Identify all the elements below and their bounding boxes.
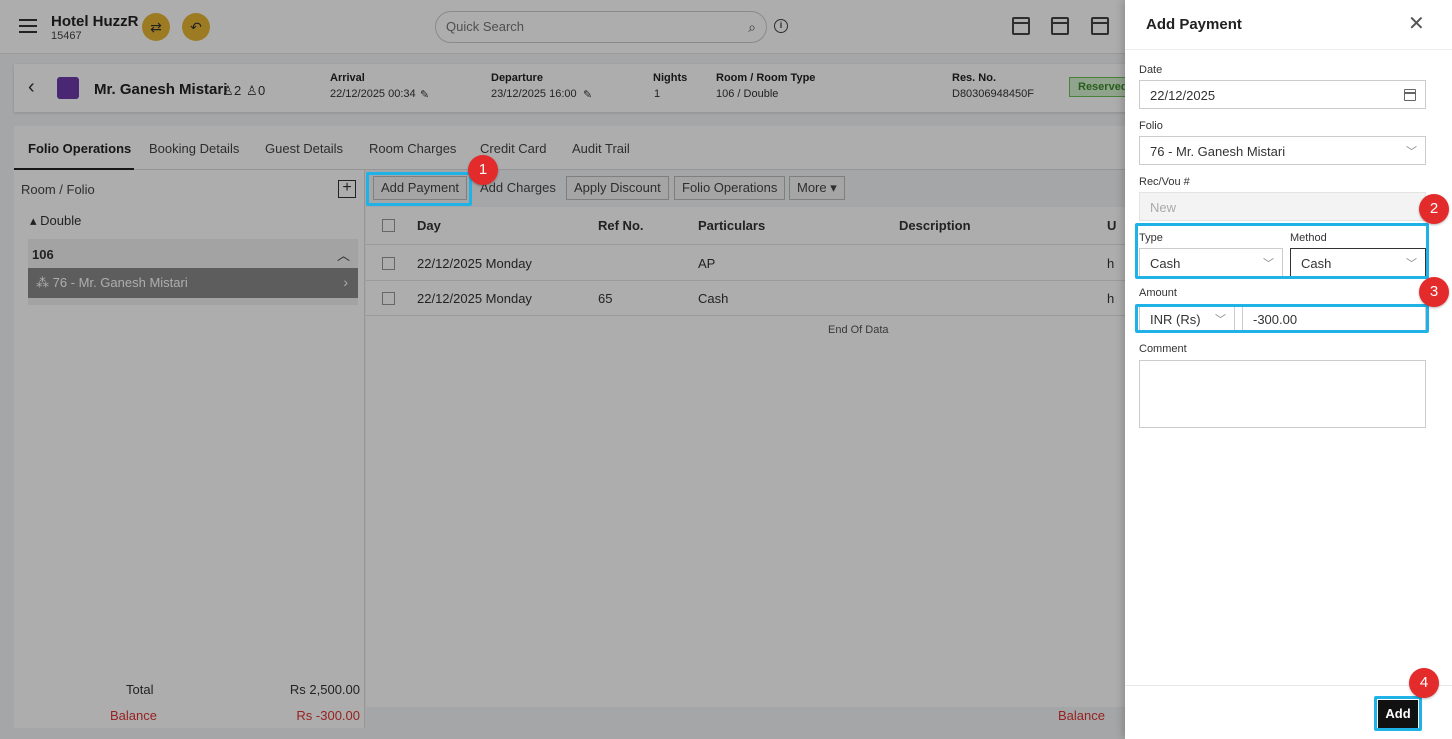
amount-label: Amount bbox=[1139, 287, 1177, 299]
date-value: 22/12/2025 bbox=[1150, 88, 1216, 103]
highlight-type-method bbox=[1135, 223, 1429, 279]
date-field[interactable]: 22/12/2025 bbox=[1139, 80, 1426, 109]
highlight-add-payment bbox=[366, 172, 472, 206]
highlight-amount bbox=[1135, 304, 1429, 333]
highlight-add-button bbox=[1374, 696, 1422, 731]
add-payment-drawer: Add Payment ✕ Date 22/12/2025 Folio 76 -… bbox=[1125, 0, 1452, 739]
drawer-title: Add Payment bbox=[1146, 16, 1242, 33]
date-label: Date bbox=[1139, 64, 1163, 76]
step-badge-2: 2 bbox=[1419, 194, 1449, 224]
comment-textarea[interactable] bbox=[1139, 360, 1426, 428]
recvou-placeholder: New bbox=[1150, 200, 1177, 215]
folio-select[interactable]: 76 - Mr. Ganesh Mistari ﹀ bbox=[1139, 136, 1426, 165]
recvou-field: New bbox=[1139, 192, 1426, 221]
comment-label: Comment bbox=[1139, 343, 1187, 355]
step-badge-3: 3 bbox=[1419, 277, 1449, 307]
step-badge-1: 1 bbox=[468, 155, 498, 185]
divider bbox=[1125, 685, 1452, 686]
folio-value: 76 - Mr. Ganesh Mistari bbox=[1150, 144, 1286, 159]
chevron-down-icon: ﹀ bbox=[1406, 146, 1417, 158]
calendar-icon[interactable] bbox=[1404, 89, 1416, 101]
modal-overlay[interactable] bbox=[0, 0, 1125, 739]
step-badge-4: 4 bbox=[1409, 668, 1439, 698]
folio-label: Folio bbox=[1139, 120, 1163, 132]
close-icon[interactable]: ✕ bbox=[1408, 14, 1425, 34]
recvou-label: Rec/Vou # bbox=[1139, 176, 1190, 188]
divider bbox=[1125, 49, 1452, 50]
